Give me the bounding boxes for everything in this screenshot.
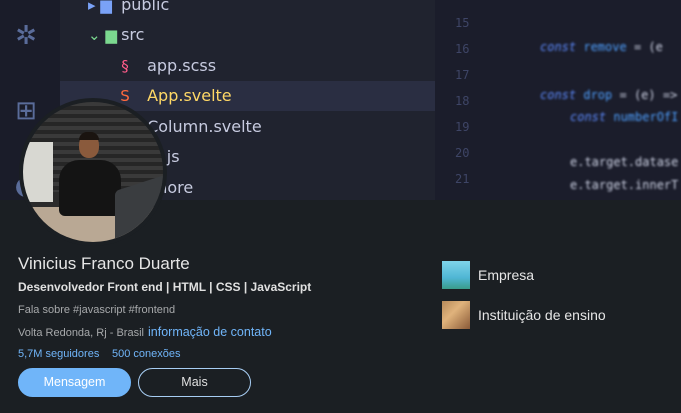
bug-icon: ✲	[15, 21, 37, 51]
code-text: e.target.innerT	[570, 178, 679, 192]
more-button[interactable]: Mais	[138, 368, 251, 397]
line-number: 18	[455, 94, 470, 108]
avatar-window	[23, 142, 53, 202]
message-button[interactable]: Mensagem	[18, 368, 131, 397]
code-line: const numberOfI	[570, 110, 678, 124]
tree-item-label: src	[121, 25, 145, 44]
tree-item-label: app.scss	[147, 56, 217, 75]
contact-info-link[interactable]: informação de contato	[148, 325, 272, 339]
code-line: e.target.innerT	[570, 178, 678, 192]
code-keyword: const	[540, 40, 577, 54]
code-keyword: const	[540, 88, 577, 102]
school-link[interactable]: Instituição de ensino	[442, 301, 606, 329]
code-text: e.target.datase	[570, 155, 679, 169]
profile-hashtags: Fala sobre #javascript #frontend	[18, 304, 176, 316]
code-text: = (e	[626, 40, 663, 54]
avatar-person-body	[59, 160, 121, 216]
tree-item-src: ⌄ ▆ src	[60, 20, 435, 50]
code-identifier: remove	[583, 40, 627, 54]
followers-link[interactable]: 5,7M seguidores	[18, 348, 99, 360]
line-number: 15	[455, 16, 470, 30]
profile-location: Volta Redonda, Rj - Brasil	[18, 327, 144, 339]
code-identifier: numberOfI	[613, 110, 679, 124]
code-editor: 15 16 17 18 19 20 21 const remove = (e c…	[435, 0, 681, 200]
line-number: 20	[455, 146, 470, 160]
school-label: Instituição de ensino	[478, 307, 606, 323]
company-link[interactable]: Empresa	[442, 261, 534, 289]
avatar-person-hair	[79, 132, 99, 140]
line-number: 19	[455, 120, 470, 134]
company-logo	[442, 261, 470, 289]
line-number: 16	[455, 42, 470, 56]
folder-open-icon: ⌄ ▆	[88, 26, 117, 44]
folder-icon: ▸ ▆	[88, 0, 112, 14]
tree-item-label: Column.svelte	[147, 117, 262, 136]
tree-item-app-scss: § app.scss	[60, 51, 435, 81]
code-line: e.target.datase	[570, 155, 678, 169]
tree-item-public: ▸ ▆ public	[60, 0, 435, 20]
profile-name: Vinicius Franco Duarte	[18, 254, 190, 273]
profile-headline: Desenvolvedor Front end | HTML | CSS | J…	[18, 280, 312, 294]
line-number: 21	[455, 172, 470, 186]
line-number: 17	[455, 68, 470, 82]
school-logo	[442, 301, 470, 329]
code-text: = (e) =>	[612, 88, 678, 102]
code-keyword: const	[570, 110, 607, 124]
code-line: const remove = (e	[540, 40, 663, 54]
company-label: Empresa	[478, 267, 535, 283]
connections-link[interactable]: 500 conexões	[112, 348, 181, 360]
sass-file-icon: §	[121, 57, 129, 75]
tree-item-label: public	[121, 0, 170, 14]
code-line: const drop = (e) =>	[540, 88, 677, 102]
code-identifier: drop	[583, 88, 613, 102]
profile-avatar[interactable]	[19, 98, 167, 246]
